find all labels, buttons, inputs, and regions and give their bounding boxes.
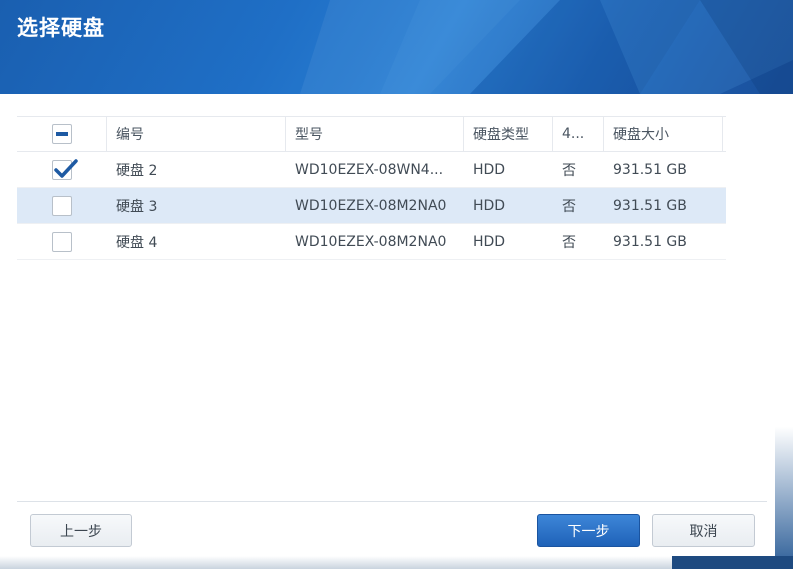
disk-type: HDD	[473, 197, 506, 214]
background-shadow	[0, 556, 672, 569]
disk-table: 编号 型号 硬盘类型 4... 硬盘大小 硬盘 2 WD10EZEX-08WN4…	[17, 116, 726, 260]
disk-type: HDD	[473, 233, 506, 250]
disk-4k: 否	[562, 162, 576, 179]
background-window-edge	[775, 94, 793, 569]
table-row[interactable]: 硬盘 4 WD10EZEX-08M2NA0 HDD 否 931.51 GB	[17, 224, 726, 260]
column-header-size[interactable]: 硬盘大小	[603, 117, 722, 151]
disk-type: HDD	[473, 161, 506, 178]
column-header-id[interactable]: 编号	[106, 117, 285, 151]
column-header-model[interactable]: 型号	[285, 117, 463, 151]
column-divider[interactable]	[722, 117, 723, 151]
footer-divider	[17, 501, 767, 502]
disk-id: 硬盘 4	[116, 234, 158, 251]
disk-model: WD10EZEX-08M2NA0	[295, 233, 447, 250]
row-checkbox[interactable]	[51, 231, 72, 252]
select-all-checkbox[interactable]	[51, 124, 72, 144]
disk-4k: 否	[562, 198, 576, 215]
next-button[interactable]: 下一步	[537, 514, 640, 547]
header-background-pattern	[300, 0, 793, 94]
disk-4k: 否	[562, 234, 576, 251]
disk-model: WD10EZEX-08M2NA0	[295, 197, 447, 214]
row-checkbox[interactable]	[51, 158, 78, 180]
select-all-cell[interactable]	[17, 117, 106, 151]
disk-id: 硬盘 2	[116, 162, 158, 179]
row-checkbox[interactable]	[51, 195, 72, 216]
dialog-title: 选择硬盘	[17, 16, 105, 40]
dialog-header: 选择硬盘	[0, 0, 793, 94]
background-desktop	[672, 556, 793, 569]
checkmark-icon	[53, 158, 78, 178]
disk-model: WD10EZEX-08WN4...	[295, 161, 444, 178]
row-checkbox-cell[interactable]	[17, 188, 106, 223]
row-checkbox-cell[interactable]	[17, 224, 106, 259]
column-header-type[interactable]: 硬盘类型	[463, 117, 552, 151]
back-button[interactable]: 上一步	[30, 514, 132, 547]
disk-select-dialog: 编号 型号 硬盘类型 4... 硬盘大小 硬盘 2 WD10EZEX-08WN4…	[0, 94, 775, 556]
disk-id: 硬盘 3	[116, 198, 158, 215]
table-row[interactable]: 硬盘 3 WD10EZEX-08M2NA0 HDD 否 931.51 GB	[17, 188, 726, 224]
column-header-4k[interactable]: 4...	[552, 117, 603, 151]
row-checkbox-cell[interactable]	[17, 152, 106, 187]
disk-size: 931.51 GB	[613, 161, 687, 178]
table-header-row: 编号 型号 硬盘类型 4... 硬盘大小	[17, 116, 726, 152]
disk-size: 931.51 GB	[613, 233, 687, 250]
disk-size: 931.51 GB	[613, 197, 687, 214]
cancel-button[interactable]: 取消	[652, 514, 755, 547]
table-row[interactable]: 硬盘 2 WD10EZEX-08WN4... HDD 否 931.51 GB	[17, 152, 726, 188]
